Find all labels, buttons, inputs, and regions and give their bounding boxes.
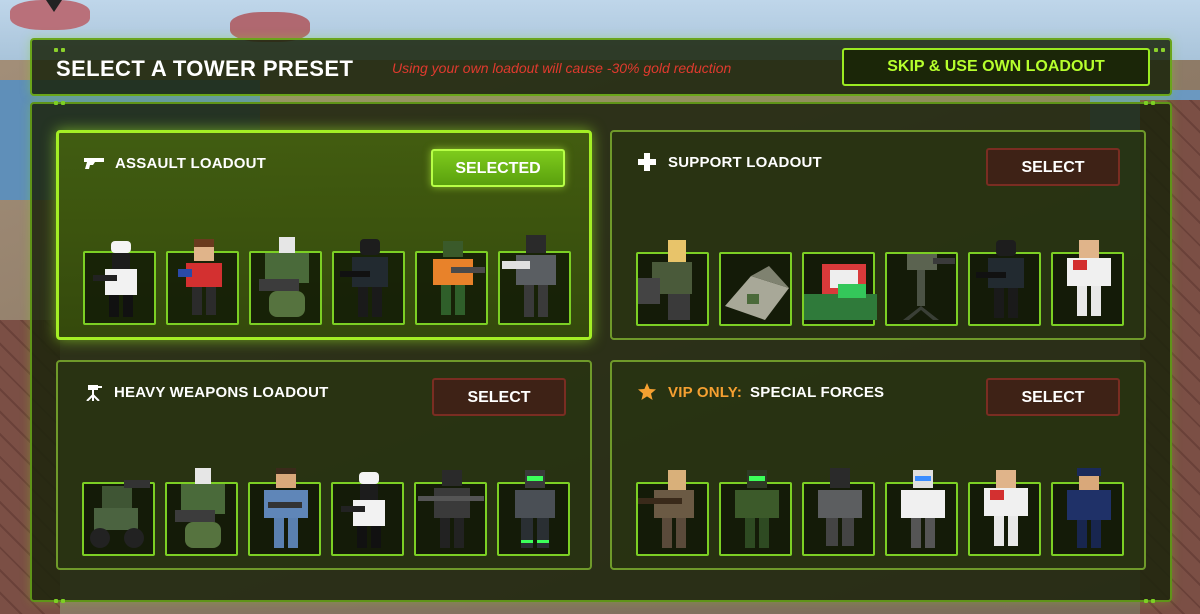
tower-slot-gray-armored-soldier	[498, 235, 571, 325]
special-forces-loadout-card[interactable]: VIP ONLY: SPECIAL FORCES SELECT	[610, 360, 1146, 570]
special-forces-select-button[interactable]: SELECT	[986, 378, 1120, 416]
tower-slot-navy-officer	[1051, 468, 1124, 556]
tower-slot-mortar-turret	[82, 480, 155, 556]
loadout-panel: ASSAULT LOADOUT SELECTED SUPPORT LOADOUT…	[30, 101, 1172, 603]
tower-slots	[82, 468, 570, 556]
support-select-button[interactable]: SELECT	[986, 148, 1120, 186]
medical-cross-icon	[636, 153, 658, 171]
tower-slots	[83, 235, 571, 325]
loadout-title: HEAVY WEAPONS LOADOUT	[114, 383, 329, 401]
loadout-title: SUPPORT LOADOUT	[668, 153, 822, 171]
star-icon	[636, 383, 658, 401]
tower-slot-green-armored-minigunner	[165, 468, 238, 556]
loadout-title: SPECIAL FORCES	[750, 383, 885, 401]
tower-slot-green-armored-minigunner	[249, 237, 322, 325]
tower-slot-red-shirt-boy	[166, 239, 239, 325]
tower-slot-rifle-soldier	[636, 470, 709, 556]
page-title: SELECT A TOWER PRESET	[56, 56, 354, 81]
tower-slot-gray-soldier	[802, 468, 875, 556]
tower-slot-green-tech-soldier	[497, 470, 570, 556]
preset-header-bar: SELECT A TOWER PRESET Using your own loa…	[30, 38, 1172, 96]
gold-reduction-warning: Using your own loadout will cause -30% g…	[392, 60, 732, 76]
tower-slot-orange-shirt-soldier	[415, 241, 488, 325]
tower-slot-white-tech-soldier	[885, 470, 958, 556]
loadout-title: ASSAULT LOADOUT	[115, 154, 267, 172]
tripod-turret-icon	[82, 383, 104, 401]
tower-slot-camo-soldier	[719, 470, 792, 556]
heavy-weapons-loadout-card[interactable]: HEAVY WEAPONS LOADOUT SELECT	[56, 360, 592, 570]
skip-use-own-loadout-button[interactable]: SKIP & USE OWN LOADOUT	[842, 48, 1150, 86]
tower-slot-blue-scrubs-gunner	[248, 468, 321, 556]
heavy-weapons-select-button[interactable]: SELECT	[432, 378, 566, 416]
tower-slots	[636, 240, 1124, 326]
support-loadout-card[interactable]: SUPPORT LOADOUT SELECT	[610, 130, 1146, 340]
tower-slot-chef-gunner	[83, 241, 156, 325]
tower-slot-blonde-soldier	[636, 240, 709, 326]
tower-slot-military-tent	[719, 252, 792, 326]
tower-slot-black-ops-soldier	[332, 239, 405, 325]
tower-slots	[636, 468, 1124, 556]
assault-loadout-card[interactable]: ASSAULT LOADOUT SELECTED	[56, 130, 592, 340]
tower-slot-black-sniper	[414, 470, 487, 556]
mouse-cursor-icon	[46, 0, 62, 12]
tower-slot-black-ops-soldier	[968, 240, 1041, 326]
assault-selected-button[interactable]: SELECTED	[431, 149, 565, 187]
tower-slot-medic	[968, 470, 1041, 556]
tower-slot-supply-crate	[802, 252, 877, 326]
tower-slot-sentry-turret	[885, 252, 958, 326]
pistol-icon	[83, 154, 105, 172]
tower-slot-chef-gunner	[331, 472, 404, 556]
vip-only-label: VIP ONLY:	[668, 383, 743, 401]
tower-slot-medic	[1051, 240, 1124, 326]
